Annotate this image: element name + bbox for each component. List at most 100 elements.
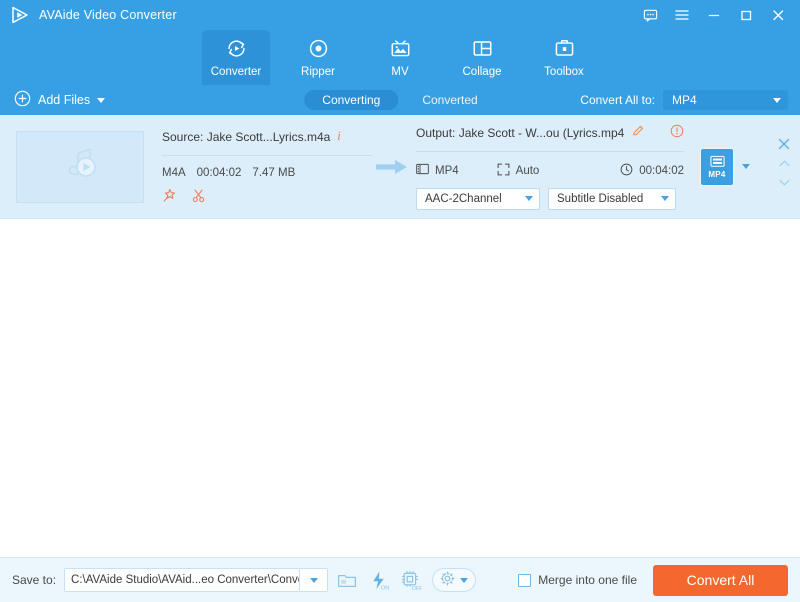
chevron-down-icon[interactable] [97,98,105,103]
tab-converter-label: Converter [211,66,262,78]
converter-icon [225,37,248,63]
move-up-chevron-icon[interactable] [776,156,792,170]
format-badge-label: MP4 [708,170,725,179]
convert-all-to-value: MP4 [672,93,697,107]
status-filter-group: Converting Converted [304,90,495,110]
high-speed-icon[interactable]: ON [366,567,392,593]
source-meta: M4A 00:04:02 7.47 MB [162,167,372,179]
source-duration: 00:04:02 [197,167,242,179]
svg-text:OFF: OFF [412,585,422,590]
menu-icon[interactable] [666,0,698,30]
audio-channel-select[interactable]: AAC-2Channel [416,188,540,210]
gear-icon [440,571,455,589]
preferences-gear-button[interactable] [432,568,476,592]
chevron-down-icon [525,196,533,201]
checkbox-box [518,574,531,587]
output-resolution: Auto [516,165,540,177]
svg-text:ON: ON [381,585,389,590]
window-controls [634,0,794,30]
filter-converted[interactable]: Converted [404,90,495,110]
source-file-name: Source: Jake Scott...Lyrics.m4a [162,130,330,144]
tab-converter[interactable]: Converter [202,30,270,85]
output-file-name: Output: Jake Scott - W...ou (Lyrics.mp4 [416,126,624,140]
chevron-down-icon [773,98,781,103]
source-size: 7.47 MB [252,167,295,179]
resize-icon [497,163,510,179]
feedback-icon[interactable] [634,0,666,30]
output-format: MP4 [435,165,459,177]
add-files-button[interactable]: Add Files [0,90,105,110]
tab-toolbox[interactable]: Toolbox [530,30,598,85]
file-row[interactable]: Source: Jake Scott...Lyrics.m4a i M4A 00… [0,115,800,219]
open-folder-icon[interactable] [334,567,360,593]
output-resolution-group: Auto [497,163,540,179]
chevron-down-icon [460,578,468,583]
tab-toolbox-label: Toolbox [544,66,584,78]
tab-ripper[interactable]: Ripper [284,30,352,85]
output-info-icon[interactable] [670,124,684,141]
file-thumbnail[interactable] [16,131,144,203]
footer-bar: Save to: C:\AVAide Studio\AVAid...eo Con… [0,557,800,602]
remove-file-close-icon[interactable] [776,137,792,151]
scissors-icon[interactable] [191,188,206,206]
source-info: Source: Jake Scott...Lyrics.m4a i M4A 00… [162,128,372,206]
conversion-arrow [372,158,412,176]
save-path-dropdown[interactable] [300,568,328,592]
plus-circle-icon [14,90,31,110]
output-title-row: Output: Jake Scott - W...ou (Lyrics.mp4 [416,124,684,142]
tab-mv[interactable]: MV [366,30,434,85]
collage-icon [471,37,494,63]
subtitle-select[interactable]: Subtitle Disabled [548,188,676,210]
tab-mv-label: MV [391,66,408,78]
file-list: Source: Jake Scott...Lyrics.m4a i M4A 00… [0,115,800,557]
nav-tabs: Converter Ripper [202,30,598,85]
output-meta: MP4 Auto [416,163,684,179]
source-format: M4A [162,167,186,179]
app-logo-icon [10,5,30,25]
tab-ripper-label: Ripper [301,66,335,78]
rename-pencil-icon[interactable] [631,124,645,141]
maximize-icon[interactable] [730,0,762,30]
convert-all-button[interactable]: Convert All [653,565,788,596]
convert-all-to-group: Convert All to: MP4 [580,90,788,110]
row-actions [776,137,792,189]
add-files-label: Add Files [38,93,90,107]
music-note-play-icon [57,145,103,188]
audio-channel-value: AAC-2Channel [425,193,502,205]
source-title-row: Source: Jake Scott...Lyrics.m4a i [162,128,372,146]
source-tools [162,188,372,206]
format-dropdown-chevron-icon[interactable] [742,164,750,169]
title-bar: AVAide Video Converter [0,0,800,30]
save-path-input[interactable]: C:\AVAide Studio\AVAid...eo Converter\Co… [64,568,300,592]
move-down-chevron-icon[interactable] [776,175,792,189]
subtitle-value: Subtitle Disabled [557,193,643,205]
tab-collage[interactable]: Collage [448,30,516,85]
chevron-down-icon [661,196,669,201]
gpu-accel-icon[interactable]: OFF [398,567,424,593]
app-title: AVAide Video Converter [39,8,177,22]
output-format-picker: MP4 [700,148,750,186]
output-duration: 00:04:02 [639,165,684,177]
filter-converting[interactable]: Converting [304,90,398,110]
output-format-group: MP4 [416,163,459,178]
toolbox-icon [553,37,576,63]
magic-wand-icon[interactable] [162,188,177,206]
output-duration-group: 00:04:02 [620,163,684,179]
merge-into-one-file-label: Merge into one file [538,573,637,587]
main-nav: Converter Ripper [0,30,800,85]
mv-icon [389,37,412,63]
app-window: AVAide Video Converter [0,0,800,602]
close-icon[interactable] [762,0,794,30]
divider [162,155,372,156]
convert-all-to-select[interactable]: MP4 [663,90,788,110]
output-selects: AAC-2Channel Subtitle Disabled [416,188,684,210]
convert-all-to-label: Convert All to: [580,93,655,107]
output-info: Output: Jake Scott - W...ou (Lyrics.mp4 [416,124,684,210]
merge-into-one-file-checkbox[interactable]: Merge into one file [518,573,637,587]
clock-icon [620,163,633,179]
tab-collage-label: Collage [463,66,502,78]
minimize-icon[interactable] [698,0,730,30]
format-badge-button[interactable]: MP4 [700,148,734,186]
source-info-icon[interactable]: i [337,129,340,144]
app-logo-group: AVAide Video Converter [0,5,177,25]
